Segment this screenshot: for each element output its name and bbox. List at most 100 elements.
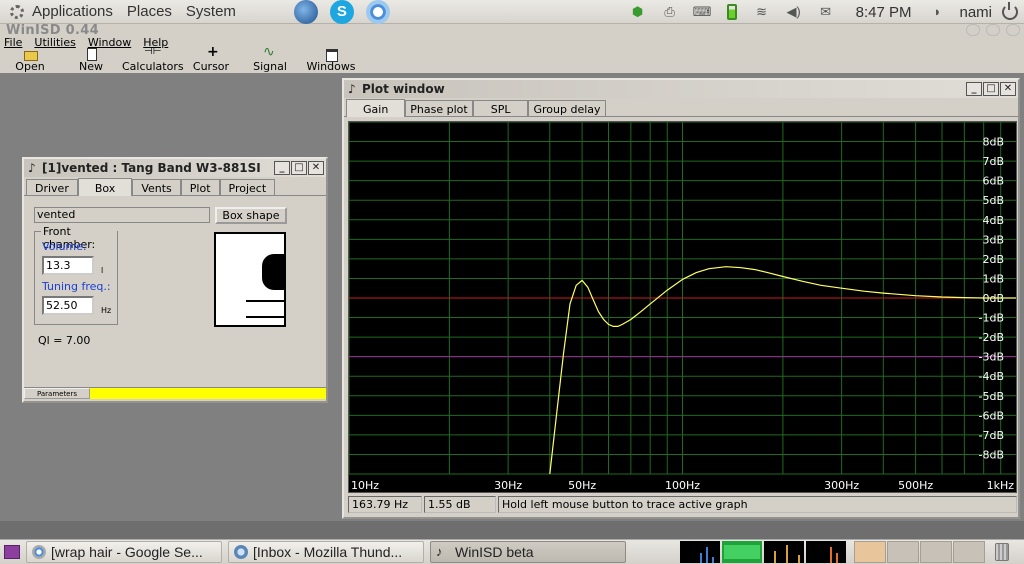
workspace-3[interactable] xyxy=(920,541,952,563)
task-thunderbird[interactable]: [Inbox - Mozilla Thund... xyxy=(228,541,424,563)
clock[interactable]: 8:47 PM xyxy=(856,4,912,21)
status-hint: Hold left mouse button to trace active g… xyxy=(498,496,1017,513)
box-shape-button[interactable]: Box shape xyxy=(215,207,287,224)
clipboard-icon[interactable]: ⎙ xyxy=(661,4,679,20)
y-tick-label: 5dB xyxy=(982,194,1004,207)
y-tick-label: 7dB xyxy=(982,155,1004,168)
calculators-button[interactable]: Calculators xyxy=(122,46,184,74)
box-window-titlebar[interactable]: ♪ [1]vented : Tang Band W3-881SI _ □ ✕ xyxy=(24,159,326,177)
box-window-title: [1]vented : Tang Band W3-881SI xyxy=(42,161,261,175)
y-tick-label: -1dB xyxy=(979,312,1005,325)
tab-project[interactable]: Project xyxy=(219,179,276,195)
tab-plot[interactable]: Plot xyxy=(180,179,220,195)
workspace-2[interactable] xyxy=(887,541,919,563)
minimize-button[interactable]: _ xyxy=(274,161,290,175)
system-monitor[interactable] xyxy=(680,541,846,563)
applications-menu[interactable]: Applications xyxy=(32,3,113,20)
firefox-launcher-icon[interactable] xyxy=(293,0,318,24)
workspace-1[interactable] xyxy=(854,541,886,563)
minimize-button[interactable]: _ xyxy=(966,82,982,96)
parameters-status-bar xyxy=(90,388,326,399)
y-tick-label: 1dB xyxy=(982,272,1004,285)
task-chrome[interactable]: [wrap hair - Google Se... xyxy=(26,541,222,563)
y-tick-label: 6dB xyxy=(982,175,1004,188)
window-controls xyxy=(966,24,1020,36)
close-button[interactable]: ✕ xyxy=(1000,82,1016,96)
box-window-tabs: Driver Box Vents Plot Project xyxy=(24,177,326,196)
minimize-button[interactable] xyxy=(966,24,980,36)
user-name[interactable]: nami xyxy=(959,4,992,21)
tuning-freq-label: Tuning freq.: xyxy=(42,280,111,293)
front-chamber-group: Front chamber: Volume: 13.3 l Tuning fre… xyxy=(34,225,118,325)
cursor-button[interactable]: Cursor xyxy=(192,44,230,74)
task-thunderbird-label: [Inbox - Mozilla Thund... xyxy=(253,544,403,560)
tab-spl[interactable]: SPL xyxy=(472,100,529,116)
x-tick-label: 500Hz xyxy=(898,479,933,492)
winisd-app-icon: ♪ xyxy=(348,82,356,96)
x-tick-label: 50Hz xyxy=(568,479,596,492)
thunderbird-icon xyxy=(234,545,248,559)
y-tick-label: -8dB xyxy=(979,448,1005,461)
plot-window-title: Plot window xyxy=(362,82,445,96)
tab-driver[interactable]: Driver xyxy=(26,179,78,195)
trash-icon[interactable] xyxy=(995,543,1009,561)
places-menu[interactable]: Places xyxy=(127,3,172,20)
close-button[interactable]: ✕ xyxy=(308,161,324,175)
plot-window-tabs: Gain Phase plot SPL Group delay xyxy=(344,98,1018,117)
volume-icon[interactable]: ◀) xyxy=(785,4,803,20)
gain-plot-area[interactable]: 8dB 7dB 6dB 5dB 4dB 3dB 2dB 1dB 0dB -1dB -2dB -3dB -… xyxy=(348,121,1017,493)
parameters-status-label: Parameters xyxy=(24,388,90,399)
maximize-button[interactable] xyxy=(986,24,1000,36)
tab-group-delay[interactable]: Group delay xyxy=(528,100,606,116)
plot-status-bar: 163.79 Hz 1.55 dB Hold left mouse button… xyxy=(348,496,1017,514)
volume-input[interactable]: 13.3 xyxy=(42,256,94,275)
vent-port-line xyxy=(246,316,284,318)
mail-icon[interactable]: ✉ xyxy=(817,4,835,20)
open-button[interactable]: Open xyxy=(12,48,48,74)
box-preview-image xyxy=(214,232,286,327)
update-notifier-icon[interactable]: ⬢ xyxy=(629,4,647,20)
chat-icon[interactable]: ◗ xyxy=(928,4,946,20)
y-tick-label: 2dB xyxy=(982,253,1004,266)
cpu-monitor-graph xyxy=(680,541,720,563)
box-type-field[interactable]: vented xyxy=(34,207,210,223)
system-menu[interactable]: System xyxy=(186,3,236,20)
tab-vents[interactable]: Vents xyxy=(132,179,181,195)
winisd-main-window: WinISD 0.44 File Utilities Window Help O… xyxy=(0,24,1024,521)
cursor-crosshair-icon xyxy=(204,44,219,60)
winisd-icon: ♪ xyxy=(436,544,443,559)
show-desktop-icon[interactable] xyxy=(4,545,20,559)
plot-window-titlebar[interactable]: ♪ Plot window _ □ ✕ xyxy=(344,80,1018,98)
windows-button[interactable]: Windows xyxy=(306,48,356,74)
tuning-freq-input[interactable]: 52.50 xyxy=(42,296,94,315)
signal-gen-button[interactable]: Signal gen. xyxy=(240,44,300,85)
gain-chart[interactable]: 8dB7dB6dB5dB4dB3dB2dB1dB0dB-1dB-2dB-3dB-… xyxy=(349,122,1016,492)
keyboard-icon[interactable]: ⌨ xyxy=(693,4,712,20)
skype-launcher-icon[interactable]: S xyxy=(329,0,354,24)
memory-monitor-graph xyxy=(722,541,762,563)
network-monitor-graph xyxy=(764,541,804,563)
gnome-foot-icon[interactable] xyxy=(8,3,26,21)
plot-window-controls: _ □ ✕ xyxy=(966,82,1016,96)
y-tick-label: 8dB xyxy=(982,136,1004,149)
close-button[interactable] xyxy=(1006,24,1020,36)
chromium-launcher-icon[interactable] xyxy=(365,0,390,24)
y-tick-label: -4dB xyxy=(979,370,1005,383)
windows-label: Windows xyxy=(306,60,356,73)
power-icon[interactable] xyxy=(1002,2,1018,20)
workspace-switcher xyxy=(854,541,985,563)
vent-port-line xyxy=(246,300,284,302)
maximize-button[interactable]: □ xyxy=(983,82,999,96)
tab-box[interactable]: Box xyxy=(77,178,133,196)
tab-gain[interactable]: Gain xyxy=(346,99,406,117)
wifi-icon[interactable]: ≋ xyxy=(753,4,771,20)
battery-icon[interactable] xyxy=(726,4,737,20)
tab-phase-plot[interactable]: Phase plot xyxy=(405,100,473,116)
new-button[interactable]: New xyxy=(74,48,108,74)
status-frequency: 163.79 Hz xyxy=(348,496,422,513)
toolbar: Open New Calculators Cursor Signal gen. … xyxy=(0,44,360,85)
x-tick-label: 1kHz xyxy=(987,479,1015,492)
workspace-4[interactable] xyxy=(953,541,985,563)
maximize-button[interactable]: □ xyxy=(291,161,307,175)
task-winisd[interactable]: ♪ WinISD beta xyxy=(430,541,626,563)
